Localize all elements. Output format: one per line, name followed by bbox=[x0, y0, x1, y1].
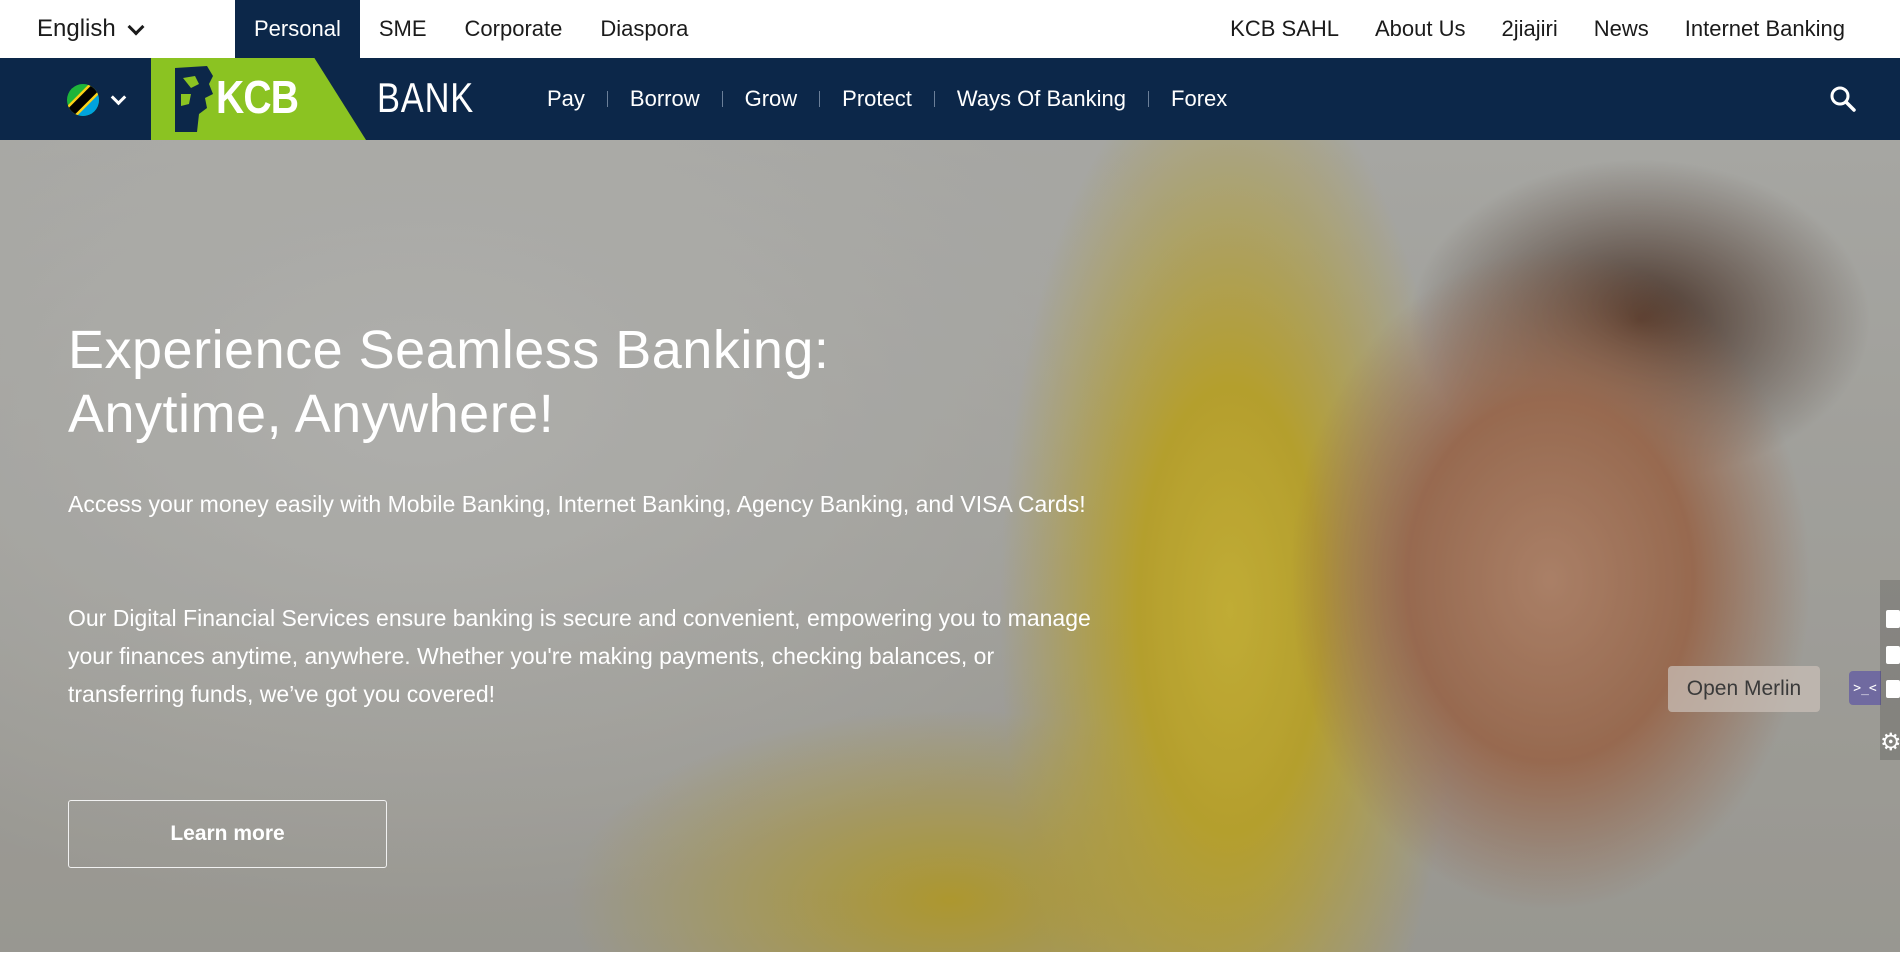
nav-item-borrow[interactable]: Borrow bbox=[608, 86, 722, 112]
country-selector[interactable] bbox=[67, 84, 127, 116]
logo-text: KCB bbox=[216, 71, 299, 123]
kcb-logo[interactable]: KCB bbox=[151, 58, 366, 140]
utility-links: KCB SAHL About Us 2jiajiri News Internet… bbox=[1194, 0, 1845, 58]
link-kcb-sahl[interactable]: KCB SAHL bbox=[1230, 16, 1339, 42]
nav-item-protect[interactable]: Protect bbox=[820, 86, 934, 112]
hero-paragraph-2: Our Digital Financial Services ensure ba… bbox=[68, 605, 1091, 707]
screenshot-icon[interactable] bbox=[1886, 610, 1900, 628]
hero-title: Experience Seamless Banking: Anytime, An… bbox=[68, 318, 1068, 446]
nav-item-pay[interactable]: Pay bbox=[525, 86, 607, 112]
square-icon[interactable] bbox=[1886, 646, 1900, 664]
nav-menu: Pay Borrow Grow Protect Ways Of Banking … bbox=[525, 58, 1249, 140]
gear-icon[interactable]: ⚙ bbox=[1880, 728, 1900, 757]
merlin-tab-icon[interactable]: >_< bbox=[1849, 671, 1881, 705]
language-label: English bbox=[37, 15, 116, 42]
tanzania-flag-icon bbox=[67, 84, 99, 116]
link-internet-banking[interactable]: Internet Banking bbox=[1685, 16, 1845, 42]
copy-icon[interactable] bbox=[1886, 680, 1900, 698]
main-navigation: KCB BANK Pay Borrow Grow Protect Ways Of… bbox=[0, 58, 1900, 140]
search-icon[interactable] bbox=[1829, 85, 1857, 118]
nav-item-forex[interactable]: Forex bbox=[1149, 86, 1249, 112]
logo-bank-text: BANK bbox=[377, 74, 475, 121]
chevron-down-icon bbox=[127, 18, 145, 36]
tab-corporate[interactable]: Corporate bbox=[446, 0, 582, 58]
segment-tabs: Personal SME Corporate Diaspora bbox=[235, 0, 707, 58]
lion-logo-icon bbox=[175, 66, 213, 132]
link-2jiajiri[interactable]: 2jiajiri bbox=[1502, 16, 1558, 42]
learn-more-button[interactable]: Learn more bbox=[68, 800, 387, 868]
hero-banner: Experience Seamless Banking: Anytime, An… bbox=[0, 140, 1900, 952]
tab-sme[interactable]: SME bbox=[360, 0, 446, 58]
nav-item-ways-of-banking[interactable]: Ways Of Banking bbox=[935, 86, 1148, 112]
hero-title-line-2: Anytime, Anywhere! bbox=[68, 384, 555, 444]
tab-personal[interactable]: Personal bbox=[235, 0, 360, 58]
nav-item-grow[interactable]: Grow bbox=[723, 86, 820, 112]
top-utility-bar: English Personal SME Corporate Diaspora … bbox=[0, 0, 1900, 58]
tab-diaspora[interactable]: Diaspora bbox=[581, 0, 707, 58]
chevron-down-icon bbox=[110, 89, 127, 105]
hero-title-line-1: Experience Seamless Banking: bbox=[68, 320, 830, 380]
link-about-us[interactable]: About Us bbox=[1375, 16, 1466, 42]
language-selector[interactable]: English bbox=[37, 0, 145, 58]
link-news[interactable]: News bbox=[1594, 16, 1649, 42]
hero-paragraph-1: Access your money easily with Mobile Ban… bbox=[68, 491, 1086, 517]
open-merlin-button[interactable]: Open Merlin bbox=[1668, 666, 1820, 712]
